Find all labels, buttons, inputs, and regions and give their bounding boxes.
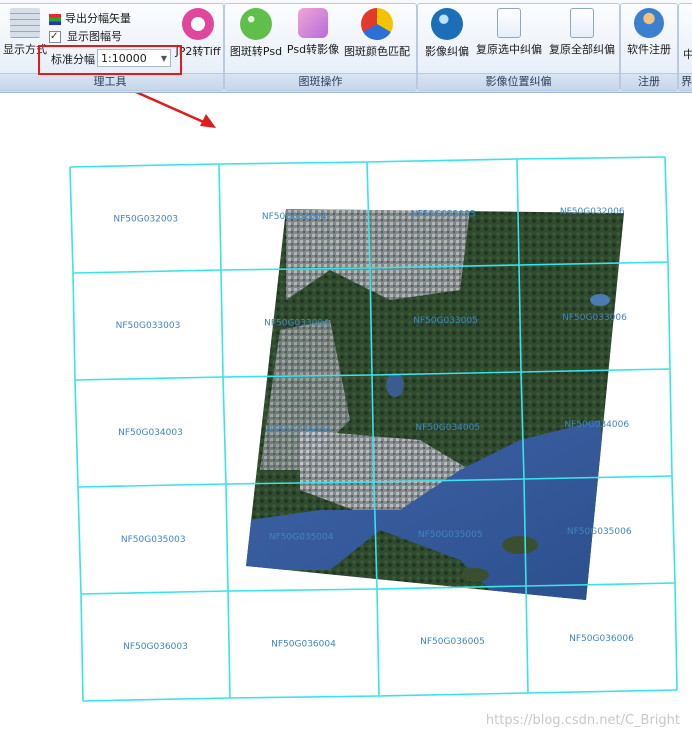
color-bars-icon [49, 13, 61, 25]
image-detail [461, 568, 489, 582]
convert-icon [182, 8, 214, 40]
sheet-number-label: NF50G035006 [567, 527, 632, 537]
sheet-number-label: NF50G035003 [121, 535, 186, 545]
image-correction-label: 影像纠偏 [425, 45, 469, 58]
sheet-number-label: NF50G032004 [262, 212, 327, 222]
sheet-number-label: NF50G036005 [420, 637, 485, 647]
image-detail [590, 294, 610, 306]
map-svg: NF50G032003 NF50G032004 NF50G032005 NF50G03… [69, 82, 678, 702]
sheet-number-label: NF50G036006 [569, 634, 634, 644]
patch-color-match-button[interactable]: 图斑颜色匹配 [342, 8, 412, 59]
sheet-number-label: NF50G034005 [415, 423, 480, 433]
user-key-icon [634, 8, 664, 38]
ribbon-toolbar: 显示方式 导出分幅矢量 显示图幅号 JP2转Tiff 理工具 标准分幅 1:10… [0, 0, 692, 93]
group-extra-label: 界 [679, 73, 692, 90]
group-correction-label: 影像位置纠偏 [418, 73, 619, 90]
sheet-number-label: NF50G032006 [560, 207, 625, 217]
export-sheet-vector-button[interactable]: 导出分幅矢量 [49, 11, 131, 27]
restore-selected-button[interactable]: 复原选中纠偏 [473, 8, 545, 57]
sheet-number-label: NF50G032003 [113, 215, 178, 225]
sheet-number-label: NF50G034004 [266, 426, 331, 436]
correction-icon [431, 8, 463, 40]
scale-select[interactable]: 1:10000 ▼ [97, 49, 171, 67]
sheet-number-label: NF50G035005 [418, 530, 483, 540]
image-correction-button[interactable]: 影像纠偏 [421, 8, 473, 59]
watermark-text: https://blog.csdn.net/C_Bright [485, 713, 680, 728]
arrow-line [117, 82, 209, 126]
restore-all-label: 复原全部纠偏 [549, 43, 615, 56]
color-wheel-icon [361, 8, 393, 40]
grid-line-vertical [664, 156, 678, 691]
restore-all-button[interactable]: 复原全部纠偏 [546, 8, 618, 57]
sheet-number-label: NF50G033006 [562, 313, 627, 323]
patch-color-match-label: 图斑颜色匹配 [344, 45, 410, 58]
extra-label: 中 [683, 48, 692, 61]
patch-to-psd-button[interactable]: 图斑转Psd [229, 8, 283, 59]
sheet-number-label: NF50G033003 [116, 321, 181, 331]
group-register-label: 注册 [621, 73, 677, 90]
annotation-arrow [117, 82, 216, 128]
group-patch-label: 图斑操作 [225, 73, 416, 90]
sheet-number-label: NF50G033005 [413, 316, 478, 326]
group-extra: 中 界 [678, 3, 692, 91]
restore-page-icon [497, 8, 521, 38]
sheet-number-label: NF50G032005 [411, 210, 476, 220]
sheet-number-label: NF50G034006 [564, 420, 629, 430]
group-tools-label: 理工具 [0, 73, 223, 90]
grid-line-horizontal [82, 689, 678, 702]
map-canvas[interactable]: NF50G032003 NF50G032004 NF50G032005 NF50G03… [0, 82, 692, 736]
group-correction: 影像纠偏 复原选中纠偏 复原全部纠偏 影像位置纠偏 [417, 3, 620, 91]
image-detail [502, 536, 538, 554]
show-sheet-number-checkbox[interactable]: 显示图幅号 [49, 29, 122, 45]
group-register: 软件注册 注册 [620, 3, 678, 91]
grid-line-vertical [218, 163, 231, 699]
patch-to-psd-label: 图斑转Psd [229, 45, 283, 58]
psd-image-icon [298, 8, 328, 38]
software-register-button[interactable]: 软件注册 [623, 8, 675, 57]
chevron-down-icon: ▼ [160, 54, 167, 63]
sheet-number-label: NF50G036003 [123, 642, 188, 652]
restore-all-icon [570, 8, 594, 38]
sheet-number-label: NF50G035004 [269, 533, 334, 543]
psd-to-image-button[interactable]: Psd转影像 [285, 8, 341, 57]
checkbox-checked-icon [49, 29, 61, 45]
grid-line-vertical [69, 166, 84, 702]
software-register-label: 软件注册 [627, 43, 671, 56]
sheet-number-label: NF50G033004 [264, 319, 329, 329]
export-label: 导出分幅矢量 [65, 12, 131, 25]
palette-psd-icon [240, 8, 272, 40]
restore-selected-label: 复原选中纠偏 [476, 43, 542, 56]
sheet-number-label: NF50G034003 [118, 428, 183, 438]
scale-value: 1:10000 [101, 52, 147, 65]
grid-icon [10, 8, 40, 38]
psd-to-image-label: Psd转影像 [286, 43, 340, 56]
scale-label: 标准分幅 [51, 53, 95, 66]
sheet-number-label: NF50G036004 [271, 640, 336, 650]
extra-button[interactable]: 中 [683, 46, 692, 62]
image-detail [386, 373, 404, 397]
show-sheet-label: 显示图幅号 [67, 30, 122, 43]
group-patch: 图斑转Psd Psd转影像 图斑颜色匹配 图斑操作 [224, 3, 417, 91]
